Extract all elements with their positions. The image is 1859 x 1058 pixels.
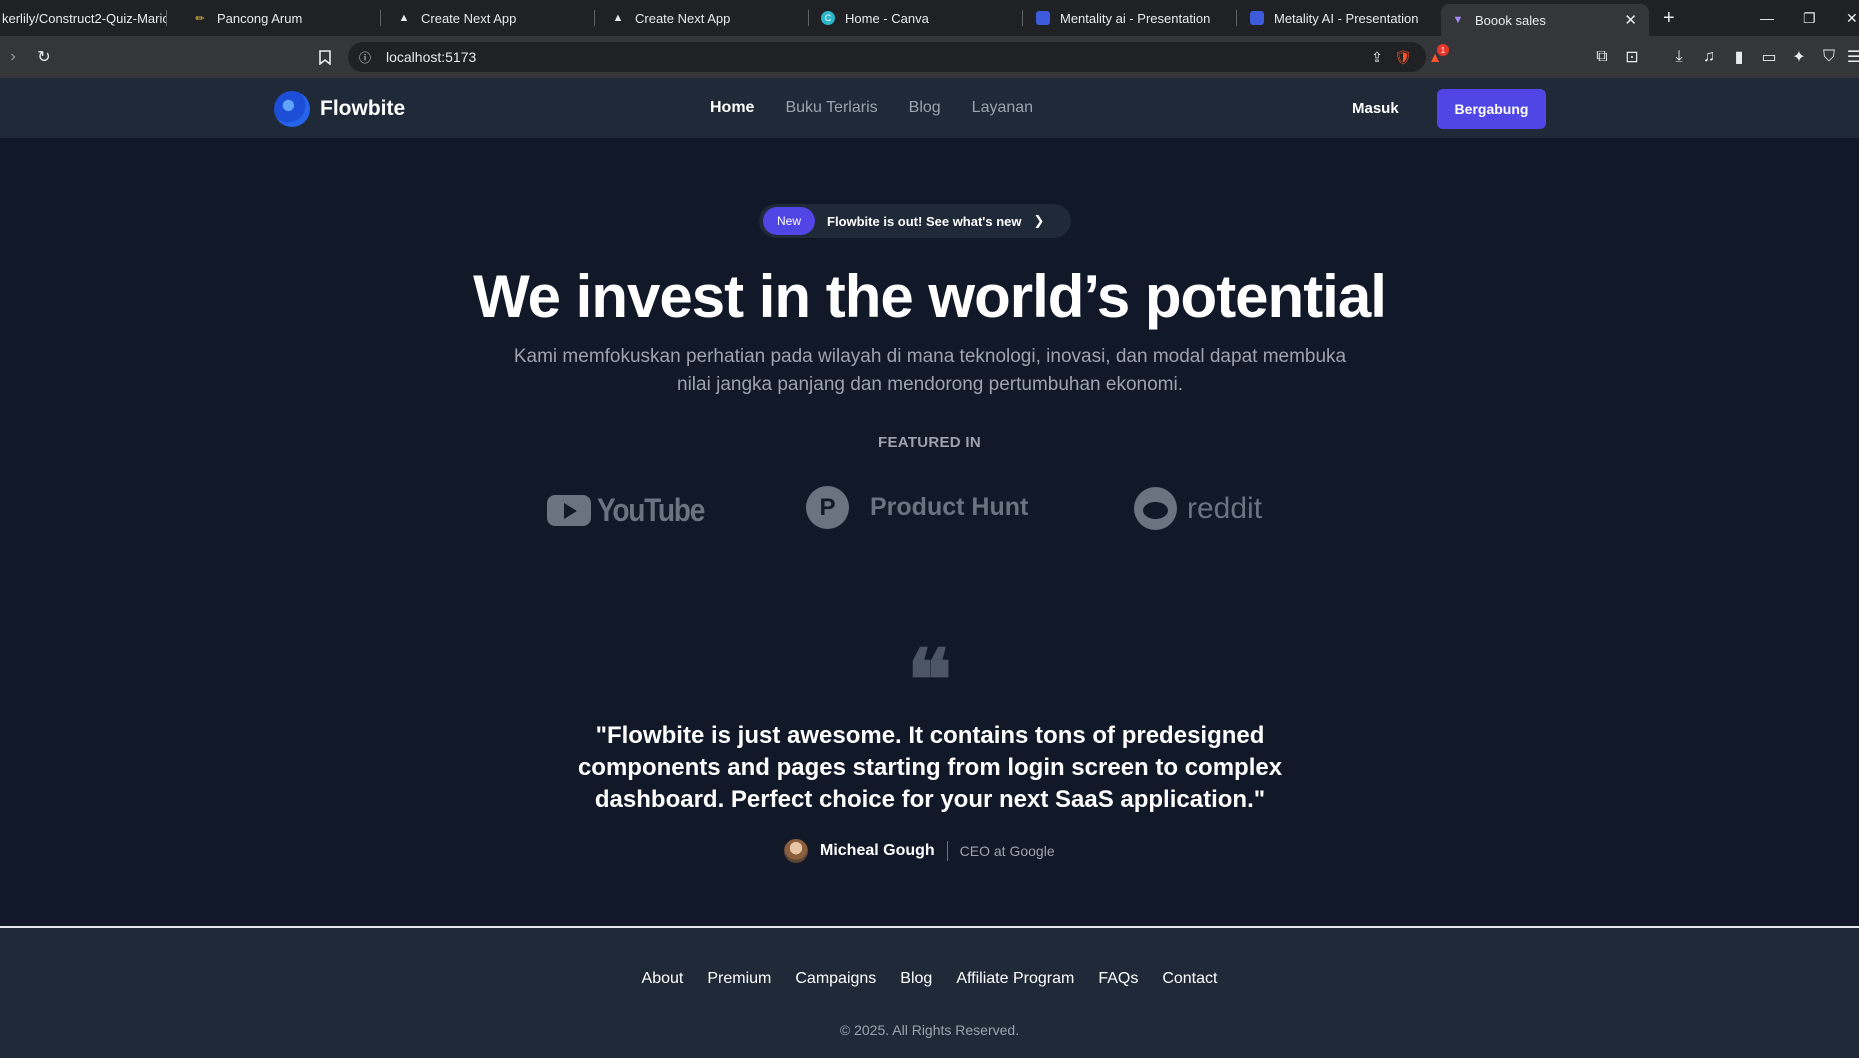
copyright-text: © 2025. All Rights Reserved. (839, 1022, 1020, 1038)
hero-title: We invest in the world’s potential (473, 263, 1387, 330)
author-name: Micheal Gough (820, 842, 935, 859)
announcement-pill[interactable]: New Flowbite is out! See what's new ❯ (759, 204, 1071, 238)
tab-title: Pancong Arum (217, 10, 303, 26)
footer-link-campaigns[interactable]: Campaigns (795, 970, 876, 988)
menu-icon[interactable]: ☰ (1843, 46, 1859, 68)
footer-link-contact[interactable]: Contact (1162, 970, 1217, 988)
youtube-play-icon (547, 495, 591, 526)
footer-links: About Premium Campaigns Blog Affiliate P… (0, 970, 1859, 988)
testimonial-quote: "Flowbite is just awesome. It contains t… (577, 722, 1283, 813)
tab-title: Mentality ai - Presentation (1060, 10, 1211, 26)
reddit-logo[interactable]: reddit (1134, 487, 1262, 530)
share-icon[interactable]: ⇪ (1366, 46, 1388, 68)
nav-blog[interactable]: Blog (909, 99, 941, 117)
forward-icon[interactable]: › (2, 46, 24, 68)
browser-tab[interactable]: kerlily/Construct2-Quiz-Mario (0, 3, 166, 33)
browser-tab[interactable]: Mentality ai - Presentation (1023, 3, 1236, 33)
nav-layanan[interactable]: Layanan (972, 99, 1033, 117)
author-divider (946, 841, 948, 861)
featured-label: FEATURED IN (877, 434, 982, 451)
browser-tab[interactable]: ▲ Create Next App (381, 3, 594, 33)
youtube-wordmark: YouTube (597, 492, 705, 528)
chevron-right-icon: ❯ (1033, 213, 1045, 228)
testimonial-author: Micheal Gough CEO at Google (784, 838, 1055, 864)
tab-title: Create Next App (635, 10, 731, 26)
youtube-logo[interactable]: YouTube (547, 492, 719, 529)
browser-tab-bar: kerlily/Construct2-Quiz-Mario ✏ Pancong … (0, 0, 1859, 36)
hero-subtitle: Kami memfokuskan perhatian pada wilayah … (513, 346, 1347, 395)
shield-icon (1250, 11, 1264, 25)
footer-link-affiliate[interactable]: Affiliate Program (956, 970, 1074, 988)
footer-link-about[interactable]: About (642, 970, 684, 988)
join-button[interactable]: Bergabung (1437, 89, 1546, 129)
flowbite-logo-icon (274, 91, 310, 127)
new-tab-button[interactable]: + (1663, 7, 1675, 30)
restore-button[interactable]: ❐ (1803, 0, 1816, 36)
address-bar[interactable]: ⓘ localhost:5173 ⇪ 🛡 ▲ 1 (348, 42, 1449, 72)
reddit-alien-icon (1134, 487, 1177, 530)
notification-badge: 1 (1437, 44, 1449, 56)
author-role: CEO at Google (959, 843, 1055, 859)
vite-icon: ▼ (1452, 14, 1464, 26)
reload-icon[interactable]: ↻ (33, 46, 55, 68)
product-hunt-logo[interactable]: P Product Hunt (806, 486, 1028, 529)
browser-tab[interactable]: ✏ Pancong Arum (167, 3, 380, 33)
nextjs-icon: ▲ (398, 12, 410, 24)
media-icon[interactable]: ♫ (1698, 46, 1720, 68)
site-footer: About Premium Campaigns Blog Affiliate P… (0, 928, 1859, 1058)
tab-title: Boook sales (1475, 12, 1546, 28)
minimize-button[interactable]: — (1760, 0, 1774, 36)
close-tab-icon[interactable]: ✕ (1624, 11, 1637, 29)
browser-toolbar: › ↻ ⓘ localhost:5173 ⇪ 🛡 ▲ 1 ⧉ ⊡ ⤓ ♫ ▮ ▭… (0, 36, 1859, 78)
pancong-icon: ✏ (195, 12, 205, 25)
nextjs-icon: ▲ (612, 12, 624, 24)
main-nav: Home Buku Terlaris Blog Layanan (710, 78, 1033, 138)
nav-buku-terlaris[interactable]: Buku Terlaris (785, 99, 877, 117)
screenshot-icon[interactable]: ⊡ (1621, 46, 1643, 68)
wallet-icon[interactable]: ▭ (1758, 46, 1780, 68)
tab-title: Home - Canva (845, 10, 929, 26)
vpn-icon[interactable]: ⛉ (1818, 46, 1840, 68)
extensions-icon[interactable]: ⧉ (1591, 46, 1613, 68)
reddit-wordmark: reddit (1187, 491, 1263, 525)
product-hunt-icon: P (806, 486, 849, 529)
product-hunt-wordmark: Product Hunt (870, 493, 1029, 521)
browser-tab[interactable]: ▲ Create Next App (595, 3, 808, 33)
nav-home[interactable]: Home (710, 99, 754, 117)
footer-link-faqs[interactable]: FAQs (1098, 970, 1138, 988)
browser-tab[interactable]: Metality AI - Presentation (1237, 3, 1441, 33)
bookmark-icon[interactable] (314, 46, 336, 68)
brand-name: Flowbite (320, 97, 406, 120)
shield-icon (1036, 11, 1050, 25)
leo-ai-icon[interactable]: ✦ (1788, 46, 1810, 68)
footer-link-blog[interactable]: Blog (900, 970, 932, 988)
announcement-text: Flowbite is out! See what's new (827, 213, 1022, 229)
canva-icon: C (821, 11, 835, 25)
tab-title: Metality AI - Presentation (1274, 10, 1419, 26)
browser-tab[interactable]: C Home - Canva (809, 3, 1022, 33)
site-navbar: Flowbite Home Buku Terlaris Blog Layanan… (0, 78, 1859, 138)
tab-title: kerlily/Construct2-Quiz-Mario (2, 10, 166, 26)
login-button[interactable]: Masuk (1352, 95, 1399, 121)
sidebar-icon[interactable]: ▮ (1728, 46, 1750, 68)
brave-shield-icon[interactable]: 🛡 (1392, 46, 1414, 68)
tab-title: Create Next App (421, 10, 517, 26)
brand-logo[interactable]: Flowbite (274, 91, 405, 127)
avatar (784, 839, 808, 863)
new-badge: New (763, 207, 816, 235)
site-info-icon[interactable]: ⓘ (354, 46, 376, 68)
browser-tab-active[interactable]: ▼ Boook sales ✕ (1441, 4, 1649, 36)
quote-icon: ❝ (906, 630, 953, 729)
footer-link-premium[interactable]: Premium (707, 970, 771, 988)
url-text: localhost:5173 (386, 49, 477, 65)
close-window-button[interactable]: ✕ (1846, 0, 1858, 36)
download-icon[interactable]: ⤓ (1668, 46, 1690, 68)
